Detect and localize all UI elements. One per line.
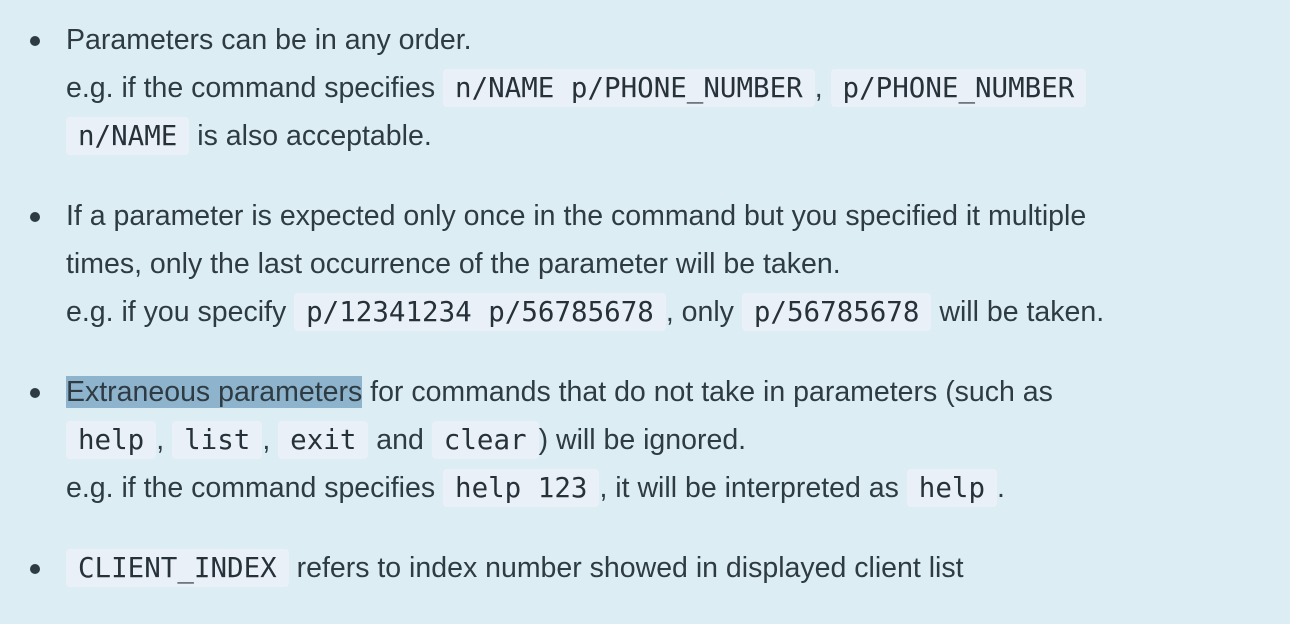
item-line: Extraneous parameters for commands that … (66, 368, 1260, 416)
item-line: CLIENT_INDEX refers to index number show… (66, 544, 1260, 592)
item-text: is also acceptable. (189, 120, 432, 152)
bullet-icon (30, 212, 40, 222)
item-text: for commands that do not take in paramet… (362, 376, 1053, 408)
item-text: and (368, 424, 432, 456)
item-text: . (997, 472, 1005, 504)
item-text: , (156, 424, 173, 456)
item-line: Parameters can be in any order. (66, 16, 1260, 64)
item-line: e.g. if you specify p/12341234 p/5678567… (66, 288, 1260, 336)
inline-code: n/NAME (66, 117, 190, 155)
inline-code: clear (431, 421, 539, 459)
item-text: refers to index number showed in display… (288, 552, 964, 584)
inline-code: n/NAME p/PHONE_NUMBER (443, 69, 815, 107)
selected-text[interactable]: Extraneous parameters (66, 376, 363, 408)
inline-code: p/PHONE_NUMBER (830, 69, 1087, 107)
bullet-list: Parameters can be in any order. e.g. if … (0, 16, 1290, 624)
item-text: e.g. if you specify (66, 296, 295, 328)
item-text: times, only the last occurrence of the p… (66, 248, 841, 280)
item-text: , it will be interpreted as (599, 472, 907, 504)
list-item: If a parameter is expected only once in … (0, 192, 1290, 336)
item-text: , (262, 424, 279, 456)
item-text: e.g. if the command specifies (66, 72, 444, 104)
item-text: will be taken. (931, 296, 1105, 328)
bullet-icon (30, 36, 40, 46)
list-item: CLIENT_INDEX refers to index number show… (0, 544, 1290, 592)
inline-code: help 123 (443, 469, 600, 507)
item-line: e.g. if the command specifies n/NAME p/P… (66, 64, 1260, 112)
item-text: , only (665, 296, 742, 328)
item-line: n/NAME is also acceptable. (66, 112, 1260, 160)
item-line: help, list, exit and clear) will be igno… (66, 416, 1260, 464)
bullet-icon (30, 388, 40, 398)
item-text: ) will be ignored. (538, 424, 747, 456)
inline-code: p/12341234 p/56785678 (294, 293, 666, 331)
list-item: Parameters can be in any order. e.g. if … (0, 16, 1290, 160)
inline-code: p/56785678 (741, 293, 932, 331)
bullet-icon (30, 564, 40, 574)
inline-code: help (906, 469, 998, 507)
item-text: Parameters can be in any order. (66, 24, 472, 56)
item-line: times, only the last occurrence of the p… (66, 240, 1260, 288)
inline-code: help (66, 421, 157, 459)
inline-code: CLIENT_INDEX (66, 549, 289, 587)
item-text: e.g. if the command specifies (66, 472, 444, 504)
item-line: If a parameter is expected only once in … (66, 192, 1260, 240)
item-text: , (814, 72, 831, 104)
item-line: e.g. if the command specifies help 123, … (66, 464, 1260, 512)
inline-code: exit (278, 421, 369, 459)
inline-code: list (172, 421, 263, 459)
item-text: If a parameter is expected only once in … (66, 200, 1087, 232)
list-item: Extraneous parameters for commands that … (0, 368, 1290, 512)
